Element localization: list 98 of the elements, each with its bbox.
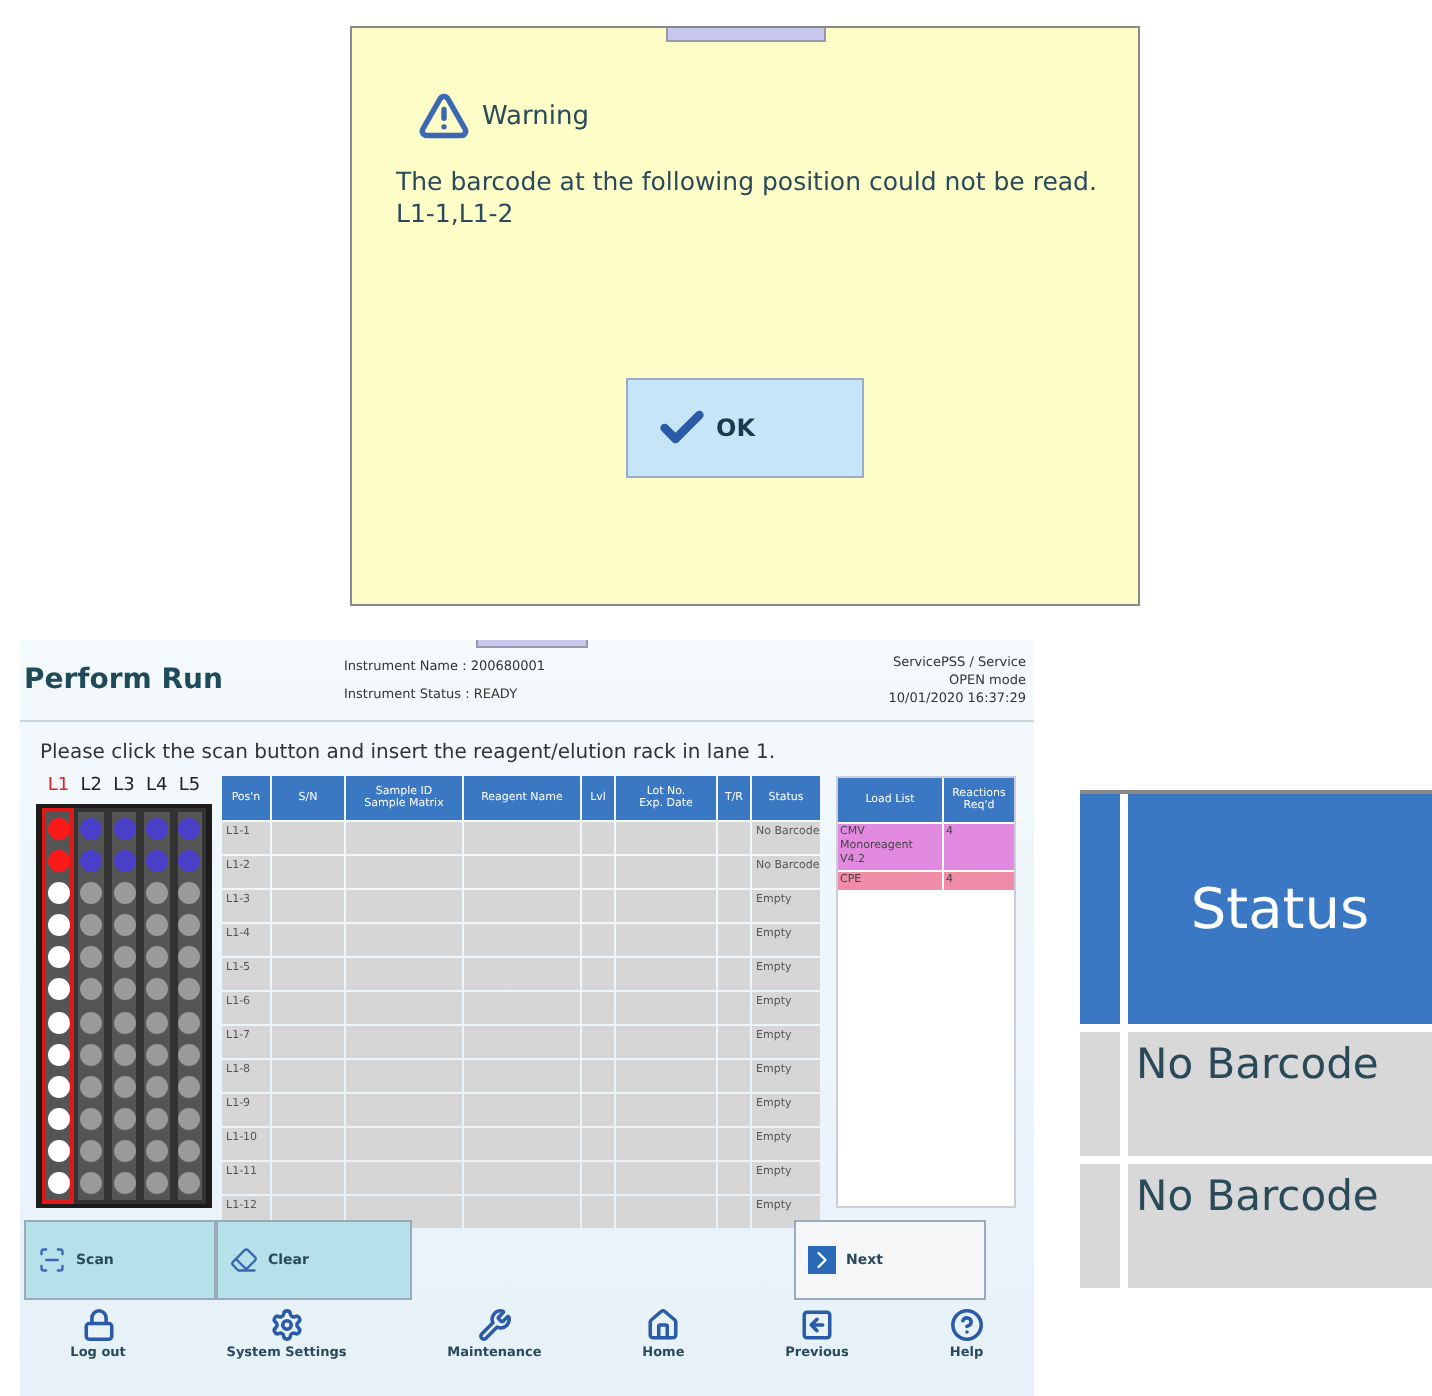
table-cell — [616, 1128, 716, 1160]
table-cell — [718, 924, 750, 956]
eraser-icon — [230, 1246, 258, 1274]
table-cell — [582, 1094, 614, 1126]
table-cell — [346, 822, 462, 854]
table-cell — [272, 822, 344, 854]
table-cell — [464, 1026, 580, 1058]
rack-lane[interactable] — [173, 808, 207, 1204]
table-cell — [582, 992, 614, 1024]
table-cell — [616, 924, 716, 956]
table-cell — [616, 890, 716, 922]
table-cell — [346, 1094, 462, 1126]
table-cell — [464, 958, 580, 990]
table-cell — [272, 1026, 344, 1058]
home-icon — [646, 1308, 681, 1342]
table-cell — [582, 1060, 614, 1092]
scan-icon — [38, 1246, 66, 1274]
table-cell — [346, 856, 462, 888]
lock-icon — [81, 1308, 116, 1342]
table-cell — [616, 1060, 716, 1092]
table-cell — [346, 1026, 462, 1058]
lane-label: L5 — [178, 776, 201, 800]
lane-label: L2 — [80, 776, 102, 800]
table-cell — [718, 1060, 750, 1092]
warning-icon — [418, 90, 470, 142]
table-cell — [464, 1094, 580, 1126]
back-window-icon — [800, 1308, 835, 1342]
table-cell — [616, 822, 716, 854]
table-cell — [464, 1162, 580, 1194]
column-header: Status — [1128, 794, 1432, 1024]
table-cell — [582, 890, 614, 922]
wrench-icon — [477, 1308, 512, 1342]
table-cell — [464, 1196, 580, 1228]
table-cell — [616, 1196, 716, 1228]
table-cell — [718, 1094, 750, 1126]
table-cell — [272, 958, 344, 990]
table-cell — [272, 890, 344, 922]
table-cell: No Barcode — [1128, 1164, 1432, 1288]
next-icon — [808, 1246, 836, 1274]
table-cell — [464, 1128, 580, 1160]
table-cell — [582, 822, 614, 854]
lane-label: L1 — [47, 776, 70, 800]
table-cell — [582, 1162, 614, 1194]
help-icon — [949, 1308, 984, 1342]
dialog-message: The barcode at the following position could not be read. L1-1,L1-2 — [396, 166, 1097, 230]
lane-label: L4 — [145, 776, 168, 800]
table-cell — [718, 856, 750, 888]
table-cell — [582, 1026, 614, 1058]
table-cell — [272, 924, 344, 956]
instruction-text: Please click the scan button and insert the reagent/elution rack in lane 1. — [38, 740, 778, 768]
table-cell — [464, 1060, 580, 1092]
table-cell — [718, 890, 750, 922]
table-cell — [616, 1026, 716, 1058]
table-cell — [464, 890, 580, 922]
table-cell — [464, 924, 580, 956]
table-cell — [272, 1094, 344, 1126]
lane-label: L3 — [113, 776, 135, 800]
table-cell — [346, 1128, 462, 1160]
table-cell — [464, 992, 580, 1024]
table-cell — [272, 856, 344, 888]
table-cell — [346, 992, 462, 1024]
table-cell — [718, 1196, 750, 1228]
settings-icon — [269, 1308, 304, 1342]
ok-button[interactable]: OK — [626, 378, 864, 478]
table-cell — [272, 1128, 344, 1160]
rack-lane[interactable] — [42, 808, 75, 1204]
table-cell — [346, 924, 462, 956]
table-cell — [272, 1162, 344, 1194]
table-cell — [582, 958, 614, 990]
table-cell — [616, 856, 716, 888]
table-cell — [718, 1026, 750, 1058]
table-cell — [346, 958, 462, 990]
table-cell — [1080, 1032, 1120, 1156]
screen-title: Perform Run — [24, 664, 225, 696]
table-cell — [718, 992, 750, 1024]
table-cell — [718, 822, 750, 854]
table-cell — [616, 1162, 716, 1194]
table-cell — [718, 1162, 750, 1194]
table-cell — [464, 856, 580, 888]
table-cell — [346, 890, 462, 922]
table-cell — [464, 822, 580, 854]
table-cell — [1080, 1164, 1120, 1288]
table-cell — [272, 1060, 344, 1092]
table-cell — [582, 1196, 614, 1228]
dialog-title: Warning — [482, 101, 589, 131]
table-cell — [718, 958, 750, 990]
table-cell — [616, 958, 716, 990]
table-cell — [346, 1162, 462, 1194]
table-cell — [616, 1094, 716, 1126]
table-cell: No Barcode — [1128, 1032, 1432, 1156]
table-cell — [272, 992, 344, 1024]
table-cell — [346, 1060, 462, 1092]
table-cell — [616, 992, 716, 1024]
dialog-handle[interactable] — [665, 28, 825, 42]
table-cell — [582, 856, 614, 888]
table-cell — [582, 1128, 614, 1160]
table-cell — [718, 1128, 750, 1160]
table-cell — [582, 924, 614, 956]
